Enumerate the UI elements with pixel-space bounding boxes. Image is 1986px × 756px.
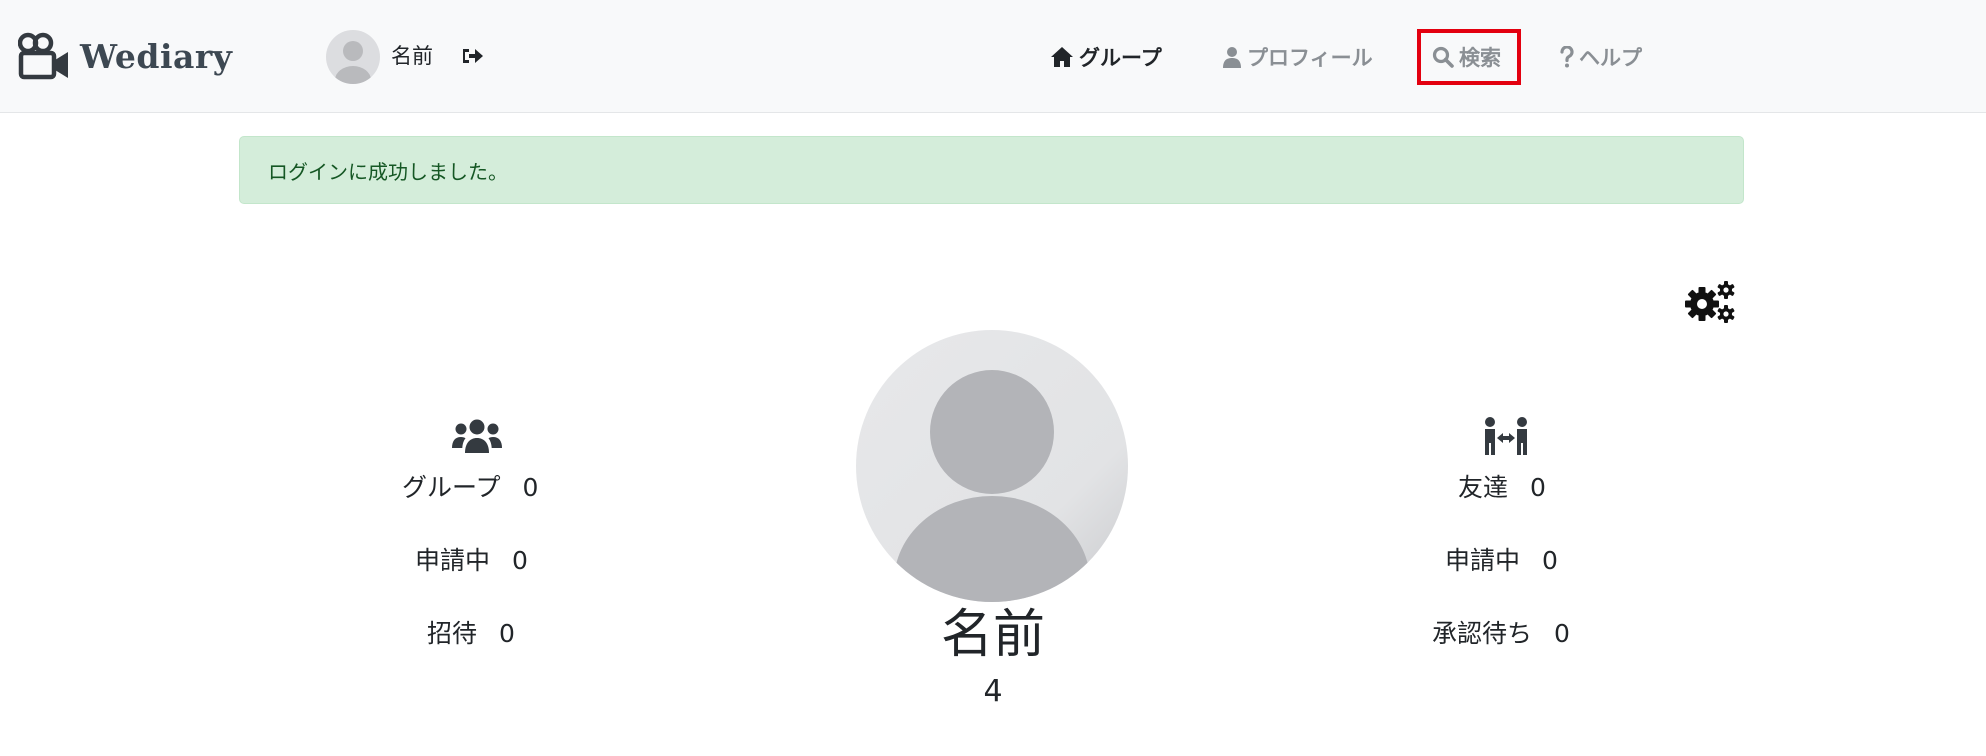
groups-stats-icon-wrap	[450, 418, 504, 454]
nav-item-label: プロフィール	[1247, 46, 1373, 70]
nav-item-help[interactable]: ヘルプ	[1560, 42, 1642, 72]
people-arrows-icon	[1485, 417, 1527, 455]
brand-name: Wediary	[80, 36, 233, 76]
stat-value: 0	[1554, 619, 1570, 648]
logout-button[interactable]	[460, 44, 484, 68]
nav-item-label: ヘルプ	[1579, 46, 1642, 70]
home-icon	[1050, 46, 1074, 68]
question-icon	[1560, 46, 1574, 68]
profile-name: 名前	[940, 605, 1045, 665]
stat-value: 0	[1542, 546, 1558, 575]
nav-item-search[interactable]: 検索	[1432, 42, 1501, 72]
search-icon	[1432, 46, 1454, 68]
navbar: Wediary 名前 グループ プロフィール 検索 ヘルプ	[0, 0, 1986, 113]
stat-value: 0	[1530, 473, 1546, 502]
stat-label: 申請中	[415, 546, 491, 575]
nav-item-group[interactable]: グループ	[1050, 42, 1162, 72]
stat-label: グループ	[402, 473, 501, 502]
user-name: 名前	[391, 44, 433, 68]
brand-link[interactable]: Wediary	[18, 30, 232, 82]
settings-button[interactable]	[1684, 280, 1738, 324]
video-camera-icon	[18, 32, 68, 80]
user-icon	[1222, 46, 1242, 68]
nav-item-label: グループ	[1079, 46, 1162, 70]
nav-item-label: 検索	[1459, 46, 1501, 70]
stat-label: 友達	[1458, 473, 1509, 502]
user-avatar[interactable]	[326, 30, 380, 84]
stat-awaiting-approval[interactable]: 承認待ち 0	[1432, 614, 1570, 650]
stat-group-applying[interactable]: 申請中 0	[415, 541, 528, 577]
users-icon	[452, 419, 502, 453]
stat-value: 0	[522, 473, 539, 502]
stat-friends[interactable]: 友達 0	[1458, 468, 1546, 504]
stat-label: 承認待ち	[1432, 619, 1533, 648]
stat-friend-applying[interactable]: 申請中 0	[1445, 541, 1558, 577]
nav-item-profile[interactable]: プロフィール	[1222, 42, 1373, 72]
stat-groups[interactable]: グループ 0	[402, 468, 538, 504]
sign-out-icon	[463, 49, 483, 63]
profile-sub-value: 4	[983, 674, 1003, 709]
gears-icon	[1685, 281, 1735, 323]
stat-label: 申請中	[1445, 546, 1521, 575]
profile-avatar[interactable]	[856, 330, 1128, 602]
stat-value: 0	[512, 546, 528, 575]
alert-message: ログインに成功しました。	[268, 159, 508, 184]
friends-stats-icon-wrap	[1482, 416, 1530, 456]
success-alert: ログインに成功しました。	[239, 136, 1744, 204]
